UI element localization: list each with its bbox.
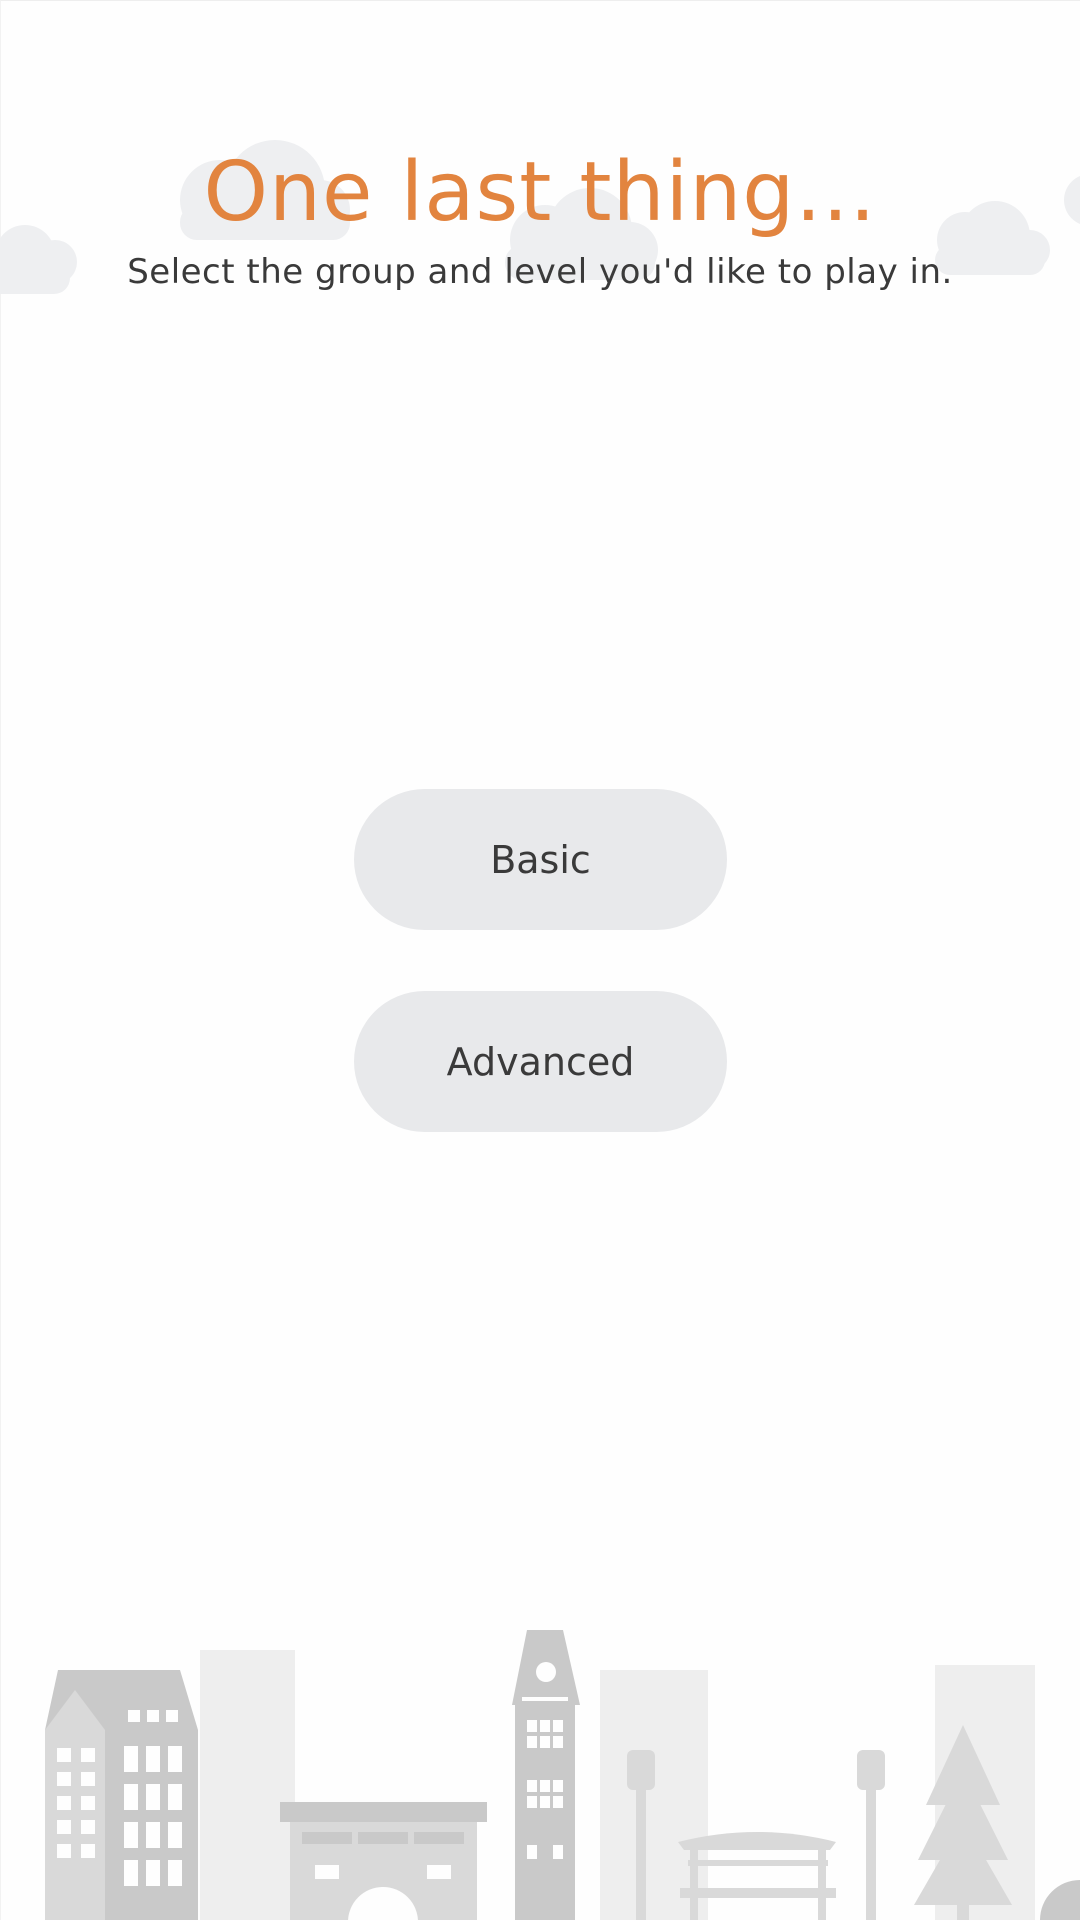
advanced-level-button[interactable]: Advanced xyxy=(354,991,727,1132)
page-subtitle: Select the group and level you'd like to… xyxy=(127,252,953,292)
basic-level-button[interactable]: Basic xyxy=(354,789,727,930)
page-title: One last thing... xyxy=(203,145,877,240)
garage-building xyxy=(280,1802,487,1920)
clock-tower xyxy=(512,1630,580,1920)
lamp-post xyxy=(857,1750,885,1920)
city-skyline-illustration xyxy=(45,1630,1080,1920)
